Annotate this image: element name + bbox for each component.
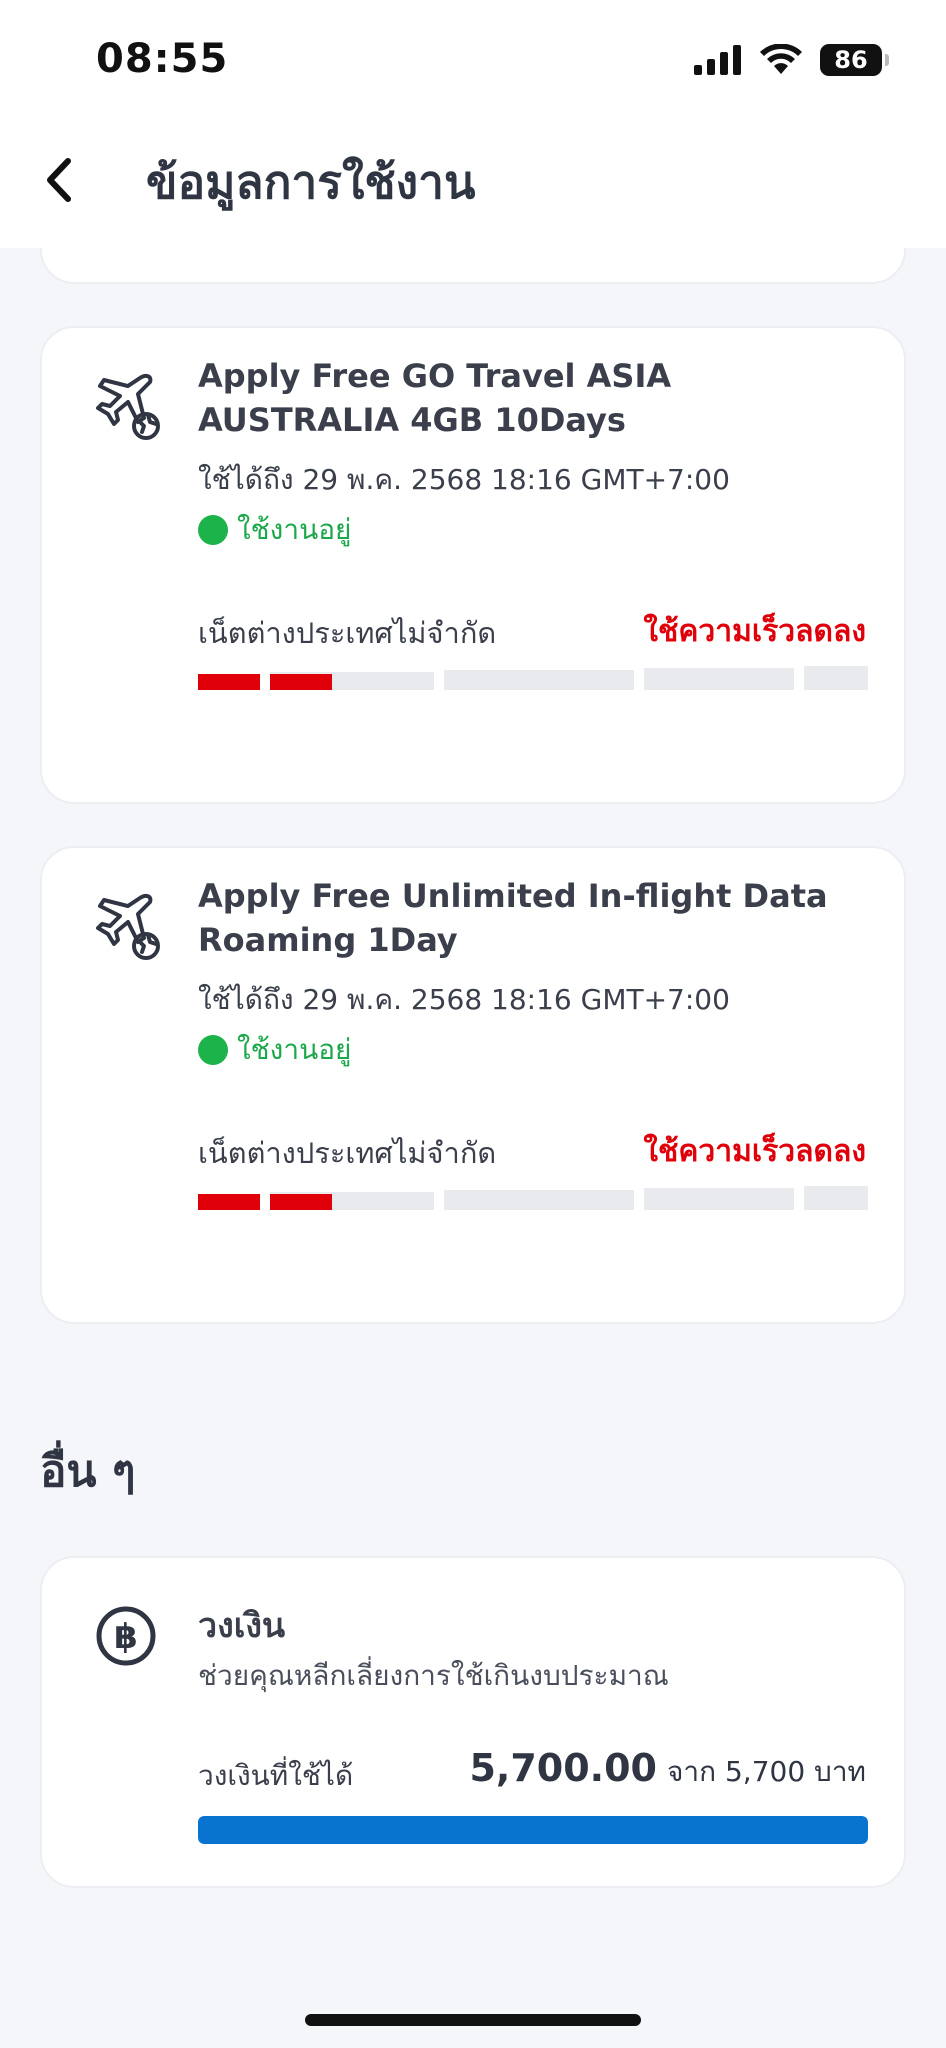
usage-used-segment bbox=[198, 674, 260, 690]
package-status-text: ใช้งานอยู่ bbox=[237, 513, 352, 546]
progress-segment bbox=[804, 666, 868, 690]
credit-limit-card[interactable]: ฿ วงเงิน ช่วยคุณหลีกเลี่ยงการใช้เกินงบปร… bbox=[40, 1556, 906, 1888]
progress-segment bbox=[444, 1190, 634, 1210]
signal-icon bbox=[694, 45, 741, 75]
usage-progress-bar bbox=[198, 1186, 868, 1210]
package-card[interactable]: Apply Free GO Travel ASIA AUSTRALIA 4GB … bbox=[40, 326, 906, 804]
credit-title: วงเงิน bbox=[198, 1606, 286, 1646]
credit-total: จาก 5,700 บาท bbox=[667, 1755, 866, 1788]
package-status: ใช้งานอยู่ bbox=[198, 1028, 351, 1072]
active-status-dot bbox=[198, 515, 228, 545]
airplane-globe-icon bbox=[96, 373, 160, 440]
status-time: 08:55 bbox=[96, 36, 229, 82]
page-title: ข้อมูลการใช้งาน bbox=[146, 155, 476, 209]
status-icons: 86 bbox=[694, 44, 889, 76]
usage-used-segment bbox=[270, 674, 332, 690]
airplane-globe-icon bbox=[96, 893, 160, 960]
credit-progress-fill bbox=[198, 1816, 868, 1844]
progress-segment bbox=[644, 668, 794, 690]
usage-used-segment bbox=[198, 1194, 260, 1210]
battery-indicator: 86 bbox=[820, 44, 889, 76]
home-indicator bbox=[305, 2014, 641, 2026]
progress-segment bbox=[804, 1186, 868, 1210]
usage-info-screen: 08:55 86 ข้อมูลการใช้งาน Apply Free GO T… bbox=[0, 0, 946, 2048]
credit-subtitle: ช่วยคุณหลีกเลี่ยงการใช้เกินงบประมาณ bbox=[198, 1659, 669, 1692]
usage-note: ใช้ความเร็วลดลง bbox=[643, 614, 866, 649]
credit-progress-bar bbox=[198, 1816, 868, 1844]
back-button[interactable] bbox=[40, 155, 80, 205]
credit-amount-row: 5,700.00 จาก 5,700 บาท bbox=[469, 1746, 866, 1794]
usage-progress-bar bbox=[198, 666, 868, 690]
package-card[interactable]: Apply Free Unlimited In-flight Data Roam… bbox=[40, 846, 906, 1324]
section-title-others: อื่น ๆ bbox=[40, 1446, 136, 1497]
top-bar: 08:55 86 ข้อมูลการใช้งาน bbox=[0, 0, 946, 248]
package-status-text: ใช้งานอยู่ bbox=[237, 1033, 352, 1066]
package-title: Apply Free GO Travel ASIA AUSTRALIA 4GB … bbox=[198, 357, 672, 439]
active-status-dot bbox=[198, 1035, 228, 1065]
svg-text:฿: ฿ bbox=[114, 1617, 138, 1657]
usage-label: เน็ตต่างประเทศไม่จำกัด bbox=[198, 1136, 497, 1170]
progress-segment bbox=[644, 1188, 794, 1210]
package-valid-until: ใช้ได้ถึง 29 พ.ค. 2568 18:16 GMT+7:00 bbox=[198, 983, 730, 1016]
progress-segment bbox=[444, 670, 634, 690]
credit-available-amount: 5,700.00 bbox=[469, 1746, 657, 1790]
wifi-icon bbox=[760, 44, 802, 74]
package-status: ใช้งานอยู่ bbox=[198, 508, 351, 552]
baht-coin-icon: ฿ bbox=[96, 1606, 156, 1666]
credit-available-label: วงเงินที่ใช้ได้ bbox=[198, 1759, 354, 1792]
usage-label: เน็ตต่างประเทศไม่จำกัด bbox=[198, 616, 497, 650]
usage-used-segment bbox=[270, 1194, 332, 1210]
usage-note: ใช้ความเร็วลดลง bbox=[643, 1134, 866, 1169]
package-title: Apply Free Unlimited In-flight Data Roam… bbox=[198, 877, 828, 959]
package-valid-until: ใช้ได้ถึง 29 พ.ค. 2568 18:16 GMT+7:00 bbox=[198, 463, 730, 496]
